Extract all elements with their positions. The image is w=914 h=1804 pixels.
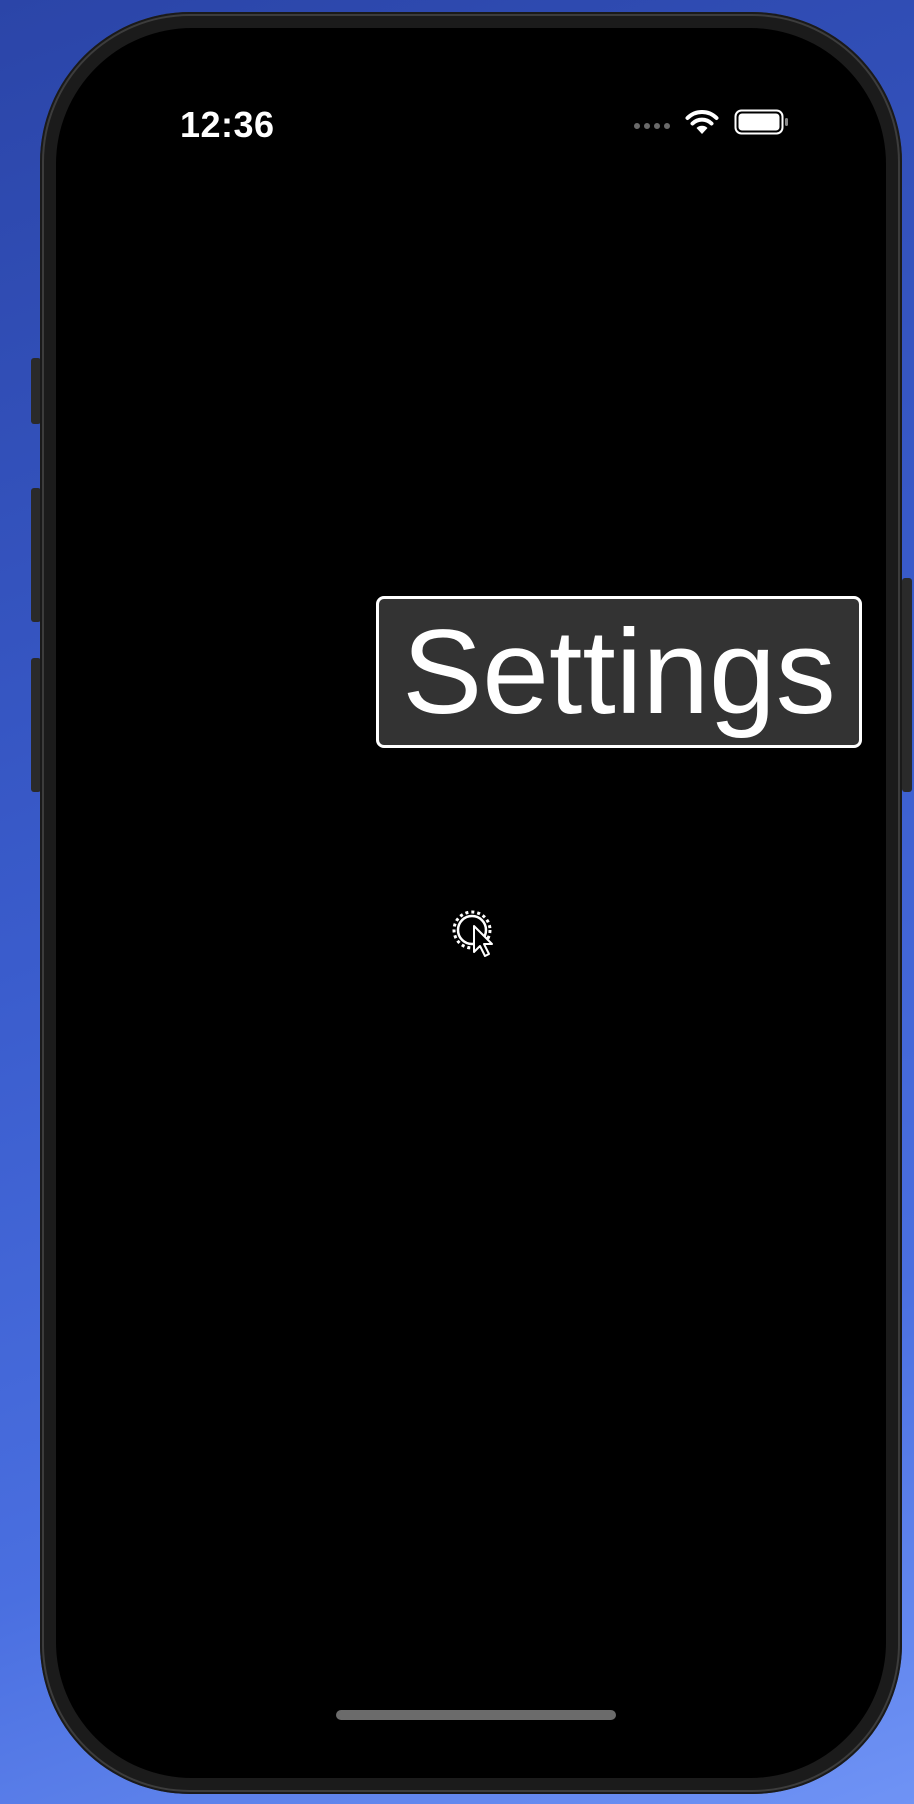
signal-dots-icon: [634, 123, 670, 129]
phone-frame: 12:36 Settings: [40, 12, 902, 1794]
phone-rim: 12:36 Settings: [44, 16, 898, 1790]
busy-gear-cursor-icon: [452, 910, 493, 957]
settings-label: Settings: [402, 605, 836, 739]
home-indicator[interactable]: [336, 1710, 616, 1720]
screen: 12:36 Settings: [56, 28, 886, 1778]
status-icons: [634, 108, 790, 136]
cursor: [450, 908, 510, 968]
battery-icon: [734, 109, 788, 135]
power-button: [902, 578, 912, 792]
status-time: 12:36: [180, 104, 275, 145]
wifi-icon: [685, 110, 719, 134]
settings-button[interactable]: Settings: [376, 596, 862, 748]
